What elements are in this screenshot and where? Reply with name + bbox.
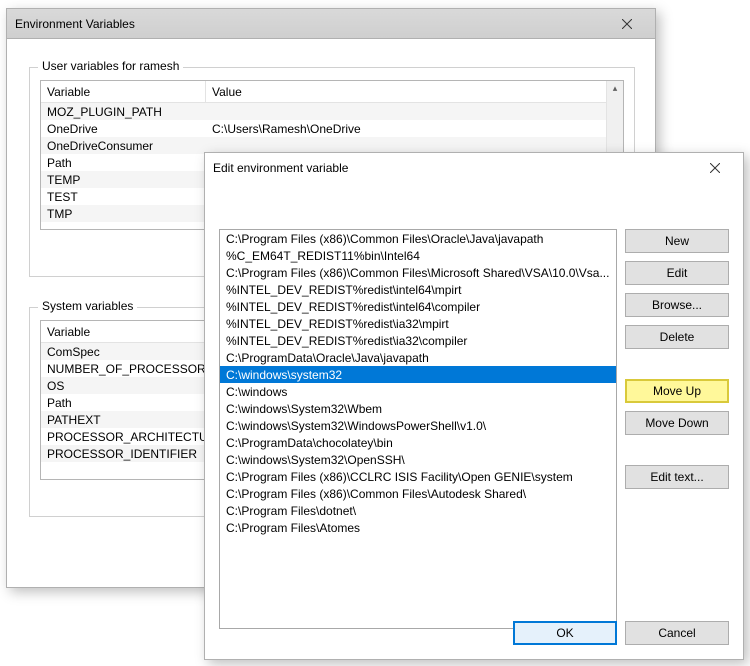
cell-variable: TEMP: [41, 173, 206, 187]
env-close-button[interactable]: [607, 10, 647, 38]
path-entry[interactable]: %INTEL_DEV_REDIST%redist\intel64\mpirt: [220, 281, 616, 298]
path-entry[interactable]: C:\ProgramData\chocolatey\bin: [220, 434, 616, 451]
path-entry[interactable]: C:\windows\System32\WindowsPowerShell\v1…: [220, 417, 616, 434]
path-entry[interactable]: C:\windows\system32: [220, 366, 616, 383]
cell-variable: OneDriveConsumer: [41, 139, 206, 153]
path-entry[interactable]: C:\windows\System32\OpenSSH\: [220, 451, 616, 468]
path-entry[interactable]: C:\windows: [220, 383, 616, 400]
table-row[interactable]: MOZ_PLUGIN_PATH: [41, 103, 623, 120]
user-variables-label: User variables for ramesh: [38, 59, 183, 73]
move-up-button[interactable]: Move Up: [625, 379, 729, 403]
move-down-button[interactable]: Move Down: [625, 411, 729, 435]
path-entry[interactable]: C:\Program Files (x86)\CCLRC ISIS Facili…: [220, 468, 616, 485]
delete-button[interactable]: Delete: [625, 325, 729, 349]
path-entry[interactable]: C:\Program Files (x86)\Common Files\Micr…: [220, 264, 616, 281]
path-entry[interactable]: %C_EM64T_REDIST11%bin\Intel64: [220, 247, 616, 264]
edit-titlebar: Edit environment variable: [205, 153, 743, 183]
path-entry[interactable]: C:\Program Files\dotnet\: [220, 502, 616, 519]
table-row[interactable]: OneDriveC:\Users\Ramesh\OneDrive: [41, 120, 623, 137]
path-entry[interactable]: C:\Program Files\Atomes: [220, 519, 616, 536]
path-entry[interactable]: %INTEL_DEV_REDIST%redist\ia32\mpirt: [220, 315, 616, 332]
cell-variable: TEST: [41, 190, 206, 204]
edit-window-title: Edit environment variable: [213, 161, 348, 175]
system-variables-label: System variables: [38, 299, 137, 313]
path-entry[interactable]: %INTEL_DEV_REDIST%redist\ia32\compiler: [220, 332, 616, 349]
path-entry[interactable]: C:\Program Files (x86)\Common Files\Orac…: [220, 230, 616, 247]
path-entry[interactable]: %INTEL_DEV_REDIST%redist\intel64\compile…: [220, 298, 616, 315]
edit-text-button[interactable]: Edit text...: [625, 465, 729, 489]
cell-variable: Path: [41, 156, 206, 170]
ok-button[interactable]: OK: [513, 621, 617, 645]
cell-variable: MOZ_PLUGIN_PATH: [41, 105, 206, 119]
col-header-variable[interactable]: Variable: [41, 81, 206, 102]
edit-environment-variable-window: Edit environment variable C:\Program Fil…: [204, 152, 744, 660]
new-button[interactable]: New: [625, 229, 729, 253]
path-entry[interactable]: C:\Program Files (x86)\Common Files\Auto…: [220, 485, 616, 502]
browse-button[interactable]: Browse...: [625, 293, 729, 317]
edit-button[interactable]: Edit: [625, 261, 729, 285]
edit-close-button[interactable]: [695, 154, 735, 182]
cancel-button[interactable]: Cancel: [625, 621, 729, 645]
path-entries-list[interactable]: C:\Program Files (x86)\Common Files\Orac…: [219, 229, 617, 629]
path-entry[interactable]: C:\windows\System32\Wbem: [220, 400, 616, 417]
col-header-value[interactable]: Value: [206, 81, 623, 102]
cell-variable: OneDrive: [41, 122, 206, 136]
scroll-up-icon[interactable]: ▴: [613, 81, 618, 96]
cell-value: C:\Users\Ramesh\OneDrive: [206, 122, 623, 136]
env-window-title: Environment Variables: [15, 17, 135, 31]
path-entry[interactable]: C:\ProgramData\Oracle\Java\javapath: [220, 349, 616, 366]
env-titlebar: Environment Variables: [7, 9, 655, 39]
cell-variable: TMP: [41, 207, 206, 221]
